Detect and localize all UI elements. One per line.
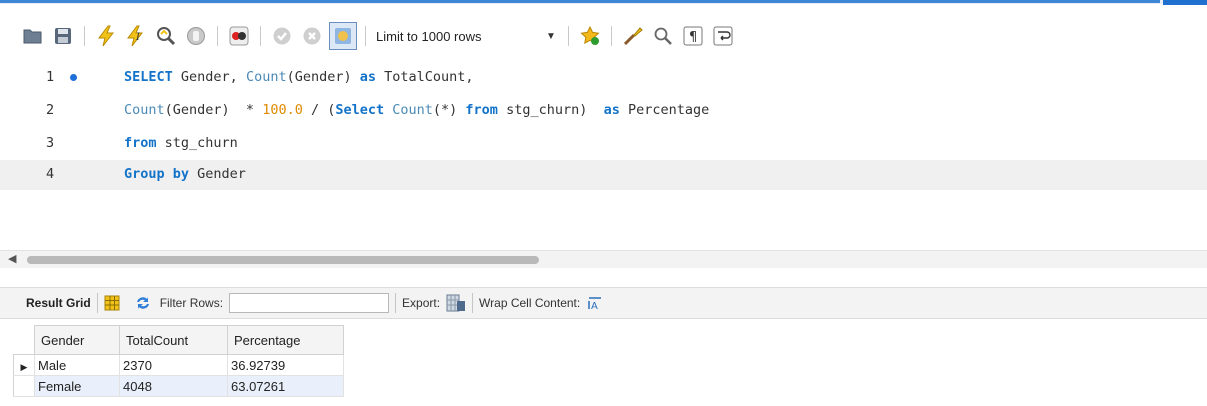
autocommit-icon[interactable] <box>329 22 357 50</box>
result-grid[interactable]: Gender TotalCount Percentage ▶ Male 2370… <box>13 325 344 397</box>
tab-accent-line <box>0 0 1160 3</box>
line-number: 2 <box>46 102 55 118</box>
grid-header-row: Gender TotalCount Percentage <box>13 325 344 355</box>
find-icon[interactable] <box>650 23 676 49</box>
wrap-cell-icon[interactable]: A <box>588 296 602 310</box>
beautify-icon[interactable] <box>620 23 646 49</box>
toggle-error-icon[interactable] <box>226 23 252 49</box>
row-indicator <box>13 375 35 397</box>
row-indicator-header <box>13 325 35 355</box>
execute-icon[interactable] <box>93 23 119 49</box>
code-line-3: from stg_churn <box>124 135 238 151</box>
tab-accent-marker <box>1163 0 1207 5</box>
execute-current-icon[interactable]: I <box>123 23 149 49</box>
editor-line: 1 SELECT Gender, Count(Gender) as TotalC… <box>0 63 1207 93</box>
wrap-cell-label: Wrap Cell Content: <box>479 296 581 310</box>
statement-marker-icon <box>70 74 77 81</box>
line-number: 3 <box>46 135 55 151</box>
cell-totalcount[interactable]: 2370 <box>119 354 228 376</box>
refresh-icon[interactable] <box>134 295 152 311</box>
toolbar-separator <box>365 26 366 46</box>
editor-line: 3 from stg_churn <box>0 129 1207 159</box>
rollback-icon[interactable] <box>299 23 325 49</box>
grid-view-icon[interactable] <box>104 295 120 311</box>
line-number: 1 <box>46 69 55 85</box>
export-icon[interactable] <box>446 294 466 312</box>
toolbar-separator <box>610 26 612 46</box>
chevron-down-icon: ▼ <box>546 30 556 42</box>
cell-gender[interactable]: Female <box>34 375 120 397</box>
code-line-1: SELECT Gender, Count(Gender) as TotalCou… <box>124 69 474 85</box>
toolbar-separator <box>395 293 397 313</box>
line-number: 4 <box>46 166 55 182</box>
commit-icon[interactable] <box>269 23 295 49</box>
editor-line-current: 4 Group by Gender <box>0 160 1207 190</box>
svg-text:A: A <box>591 301 598 310</box>
scroll-left-icon[interactable]: ◀ <box>8 252 16 265</box>
cell-percentage[interactable]: 36.92739 <box>227 354 344 376</box>
invisible-chars-icon[interactable]: ¶ <box>680 23 706 49</box>
explain-icon[interactable] <box>153 23 179 49</box>
add-snippet-icon[interactable] <box>577 23 603 49</box>
sql-editor-toolbar: I Limit to 1000 rows ▼ ¶ <box>20 22 740 50</box>
filter-rows-label: Filter Rows: <box>159 296 224 310</box>
column-header-gender[interactable]: Gender <box>34 325 120 355</box>
table-row[interactable]: Female 4048 63.07261 <box>13 375 344 397</box>
current-row-icon: ▶ <box>13 354 35 376</box>
toolbar-separator <box>567 26 569 46</box>
column-header-totalcount[interactable]: TotalCount <box>119 325 228 355</box>
code-line-2: Count(Gender) * 100.0 / (Select Count(*)… <box>124 102 710 118</box>
column-header-percentage[interactable]: Percentage <box>227 325 344 355</box>
filter-rows-input[interactable] <box>229 293 390 313</box>
toolbar-separator <box>84 26 85 46</box>
svg-text:¶: ¶ <box>689 30 697 45</box>
horizontal-scrollbar[interactable]: ◀ <box>0 250 1207 268</box>
save-icon[interactable] <box>50 23 76 49</box>
scrollbar-thumb[interactable] <box>27 256 539 264</box>
wrap-icon[interactable] <box>710 23 736 49</box>
limit-rows-label: Limit to 1000 rows <box>376 28 482 44</box>
toolbar-separator <box>96 293 98 313</box>
toolbar-separator <box>472 293 474 313</box>
table-row[interactable]: ▶ Male 2370 36.92739 <box>13 354 344 376</box>
export-label: Export: <box>402 296 441 310</box>
cell-gender[interactable]: Male <box>34 354 120 376</box>
result-grid-tab[interactable]: Result Grid <box>26 296 91 310</box>
window-top-border <box>0 0 1207 5</box>
limit-rows-select[interactable]: Limit to 1000 rows ▼ <box>376 24 564 48</box>
editor-line: 2 Count(Gender) * 100.0 / (Select Count(… <box>0 96 1207 126</box>
open-folder-icon[interactable] <box>20 23 46 49</box>
code-line-4: Group by Gender <box>124 166 246 182</box>
cell-percentage[interactable]: 63.07261 <box>227 375 344 397</box>
toolbar-separator <box>260 26 261 46</box>
sql-editor[interactable]: 1 SELECT Gender, Count(Gender) as TotalC… <box>0 63 1207 223</box>
cell-totalcount[interactable]: 4048 <box>119 375 228 397</box>
stop-icon[interactable] <box>183 23 209 49</box>
result-toolbar: Result Grid Filter Rows: Export: Wrap Ce… <box>0 287 1207 319</box>
toolbar-separator <box>217 26 218 46</box>
